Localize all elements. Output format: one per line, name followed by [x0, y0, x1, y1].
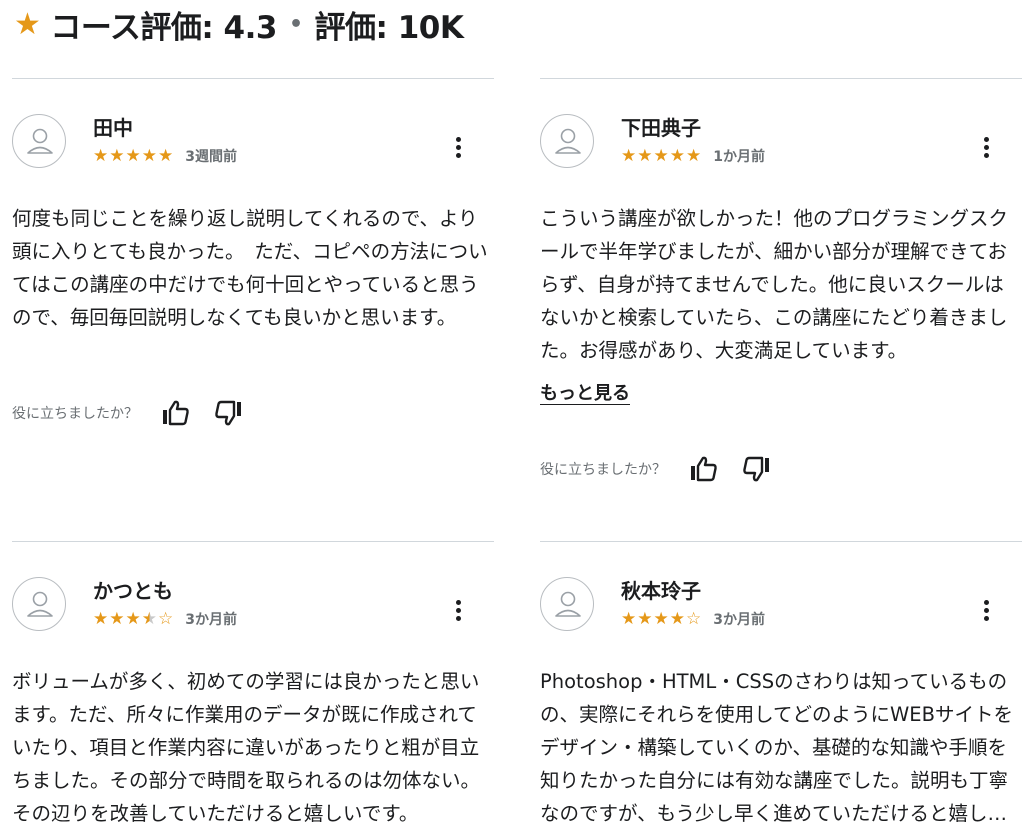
- user-icon: [555, 128, 581, 154]
- reviewer-name: 秋本玲子: [621, 579, 701, 603]
- star-full-icon: ★: [637, 609, 653, 629]
- thumbs-down-icon[interactable]: [214, 398, 244, 428]
- star-full-icon: ★: [653, 146, 669, 166]
- see-more-link[interactable]: もっと見る: [540, 379, 630, 405]
- star-full-icon: ★: [686, 146, 702, 166]
- review-date: 3か月前: [713, 612, 765, 628]
- rating-row: ★ ★ ★ ★ ★ 1か月前: [621, 146, 765, 166]
- more-options-icon[interactable]: [976, 595, 996, 625]
- star-full-icon: ★: [158, 146, 174, 166]
- star-rating: ★ ★ ★ ★ ★: [93, 146, 173, 166]
- user-icon: [27, 128, 53, 154]
- star-full-icon: ★: [93, 146, 109, 166]
- rating-count: 評価: 10K: [314, 9, 464, 46]
- helpful-question: 役に立ちましたか？: [540, 462, 666, 478]
- course-rating-header: ★ コース評価: 4.3 • 評価: 10K: [14, 2, 464, 46]
- course-rating: コース評価: 4.3: [50, 9, 277, 46]
- review-text: 何度も同じことを繰り返し説明してくれるので、より頭に入りとても良かった。 ただ、…: [12, 207, 488, 329]
- reviewer-name: 田中: [93, 116, 133, 140]
- reviewer-name: 下田典子: [621, 116, 701, 140]
- divider: [12, 541, 494, 542]
- helpful-question: 役に立ちましたか？: [12, 406, 138, 422]
- star-full-icon: ★: [125, 146, 141, 166]
- star-rating: ★ ★ ★ ★ ☆: [621, 609, 701, 629]
- thumbs-up-icon[interactable]: [688, 454, 718, 484]
- reviewer-name: かつとも: [93, 579, 173, 603]
- user-icon: [555, 591, 581, 617]
- star-rating: ★ ★ ★ ★ ☆: [93, 609, 173, 629]
- star-empty-icon: ☆: [686, 609, 702, 629]
- star-full-icon: ★: [109, 609, 125, 629]
- rating-row: ★ ★ ★ ★ ☆ 3か月前: [621, 609, 765, 629]
- thumbs-up-icon[interactable]: [160, 398, 190, 428]
- thumbs-down-icon[interactable]: [742, 454, 772, 484]
- more-options-icon[interactable]: [448, 595, 468, 625]
- star-full-icon: ★: [109, 146, 125, 166]
- avatar: [12, 577, 66, 631]
- review-text: こういう講座が欲しかった！他のプログラミングスクールで半年学びましたが、細かい部…: [540, 207, 1009, 362]
- star-full-icon: ★: [141, 146, 157, 166]
- divider: [540, 541, 1022, 542]
- star-full-icon: ★: [669, 146, 685, 166]
- star-empty-icon: ☆: [158, 609, 174, 629]
- star-full-icon: ★: [125, 609, 141, 629]
- star-icon: ★: [14, 6, 41, 42]
- avatar: [540, 577, 594, 631]
- star-full-icon: ★: [93, 609, 109, 629]
- more-options-icon[interactable]: [448, 132, 468, 162]
- review-text: ボリュームが多く、初めての学習には良かったと思います。ただ、所々に作業用のデータ…: [12, 670, 481, 825]
- star-full-icon: ★: [637, 146, 653, 166]
- helpful-row: 役に立ちましたか？: [12, 398, 244, 428]
- avatar: [540, 114, 594, 168]
- user-icon: [27, 591, 53, 617]
- separator-dot: •: [288, 11, 303, 37]
- avatar: [12, 114, 66, 168]
- review-date: 3週間前: [185, 149, 237, 165]
- rating-row: ★ ★ ★ ★ ★ 3週間前: [93, 146, 237, 166]
- star-rating: ★ ★ ★ ★ ★: [621, 146, 701, 166]
- star-half-icon: ★: [141, 609, 157, 629]
- more-options-icon[interactable]: [976, 132, 996, 162]
- review-date: 1か月前: [713, 149, 765, 165]
- review-text: Photoshop・HTML・CSSのさわりは知っているものの、実際にそれらを使…: [540, 670, 1014, 825]
- divider: [540, 78, 1022, 79]
- divider: [12, 78, 494, 79]
- helpful-row: 役に立ちましたか？: [540, 454, 772, 484]
- star-full-icon: ★: [621, 609, 637, 629]
- review-date: 3か月前: [185, 612, 237, 628]
- star-full-icon: ★: [621, 146, 637, 166]
- star-full-icon: ★: [669, 609, 685, 629]
- rating-row: ★ ★ ★ ★ ☆ 3か月前: [93, 609, 237, 629]
- star-full-icon: ★: [653, 609, 669, 629]
